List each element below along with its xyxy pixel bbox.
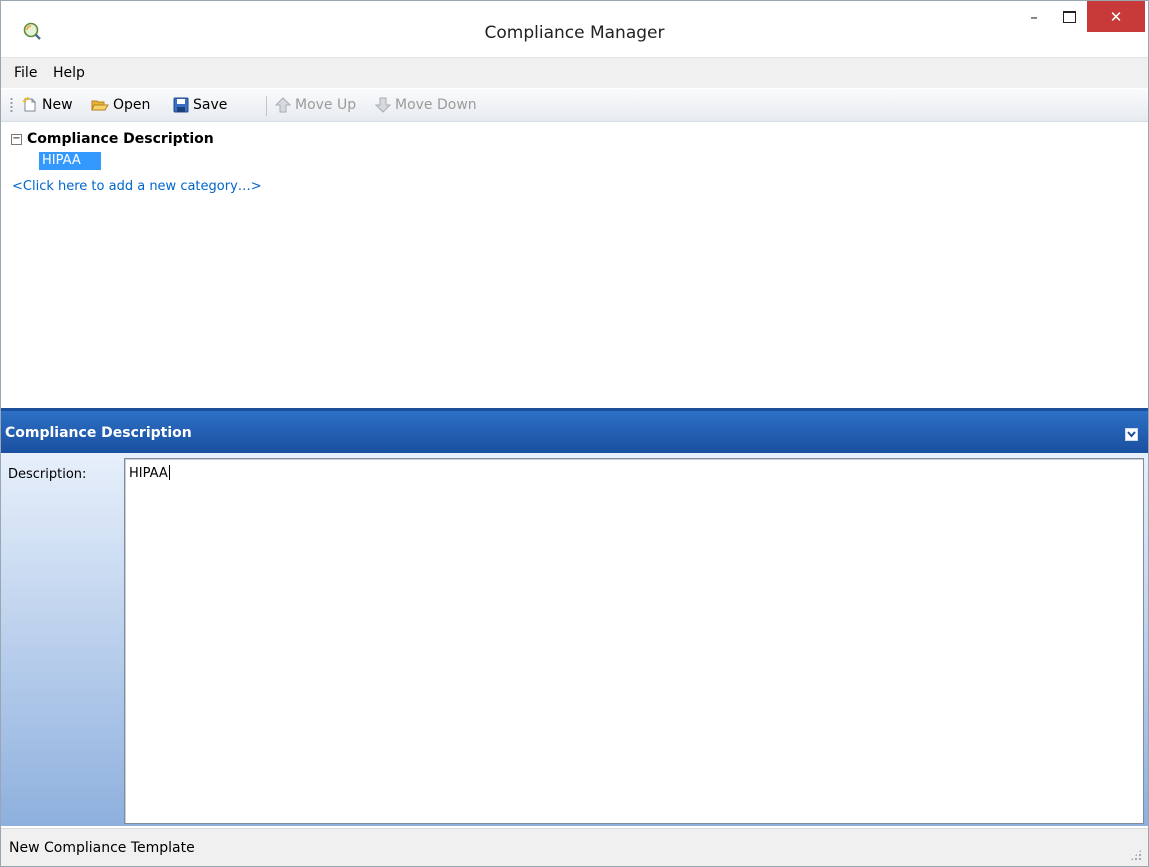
arrow-up-icon	[275, 97, 291, 113]
description-field[interactable]: HIPAA	[124, 458, 1144, 824]
property-panel-header: Compliance Description	[1, 411, 1148, 453]
panel-title: Compliance Description	[5, 425, 192, 441]
minimize-icon: –	[1030, 7, 1038, 26]
collapse-icon[interactable]: −	[11, 134, 22, 145]
description-value: HIPAA	[129, 465, 170, 481]
new-document-icon	[22, 97, 36, 112]
open-button-label: Open	[113, 97, 151, 113]
move-down-button[interactable]: Move Down	[375, 93, 477, 117]
menu-bar: File Help	[1, 57, 1148, 88]
maximize-icon	[1062, 10, 1076, 23]
open-folder-icon	[91, 100, 109, 111]
title-bar[interactable]: Compliance Manager – ✕	[1, 1, 1148, 55]
save-button[interactable]: Save	[173, 93, 227, 117]
move-up-button-label: Move Up	[295, 97, 357, 113]
move-up-button[interactable]: Move Up	[275, 93, 356, 117]
tree-root-node[interactable]: Compliance Description	[27, 131, 214, 147]
panel-collapse-button[interactable]	[1125, 428, 1138, 441]
description-label: Description:	[8, 467, 87, 482]
toolbar-grip[interactable]	[10, 97, 13, 114]
move-down-button-label: Move Down	[395, 97, 477, 113]
add-category-link[interactable]: <Click here to add a new category…>	[12, 179, 262, 194]
text-caret	[168, 465, 170, 480]
status-bar: New Compliance Template	[1, 828, 1148, 866]
property-editor: Description: HIPAA	[1, 453, 1148, 826]
close-icon: ✕	[1109, 7, 1123, 26]
new-button[interactable]: New	[22, 93, 73, 117]
menu-help[interactable]: Help	[53, 65, 85, 81]
tree-node-hipaa[interactable]: HIPAA	[39, 152, 101, 170]
compliance-manager-window: Compliance Manager – ✕ File Help New Ope…	[0, 0, 1149, 867]
new-button-label: New	[42, 97, 73, 113]
menu-file[interactable]: File	[14, 65, 37, 81]
toolbar-separator	[266, 96, 267, 116]
category-tree[interactable]: − Compliance Description HIPAA <Click he…	[1, 122, 1148, 408]
chevron-down-icon	[1127, 431, 1136, 438]
resize-grip-icon[interactable]	[1130, 849, 1142, 861]
save-disk-icon	[173, 97, 189, 113]
description-value-text: HIPAA	[129, 466, 168, 481]
maximize-button[interactable]	[1054, 1, 1084, 32]
close-button[interactable]: ✕	[1087, 1, 1145, 32]
window-title: Compliance Manager	[484, 23, 665, 43]
open-button[interactable]: Open	[91, 93, 150, 117]
toolbar: New Open Save Move Up Move Down	[1, 89, 1148, 122]
arrow-down-icon	[375, 97, 391, 113]
status-text: New Compliance Template	[9, 840, 195, 856]
save-button-label: Save	[193, 97, 228, 113]
minimize-button[interactable]: –	[1019, 1, 1049, 32]
